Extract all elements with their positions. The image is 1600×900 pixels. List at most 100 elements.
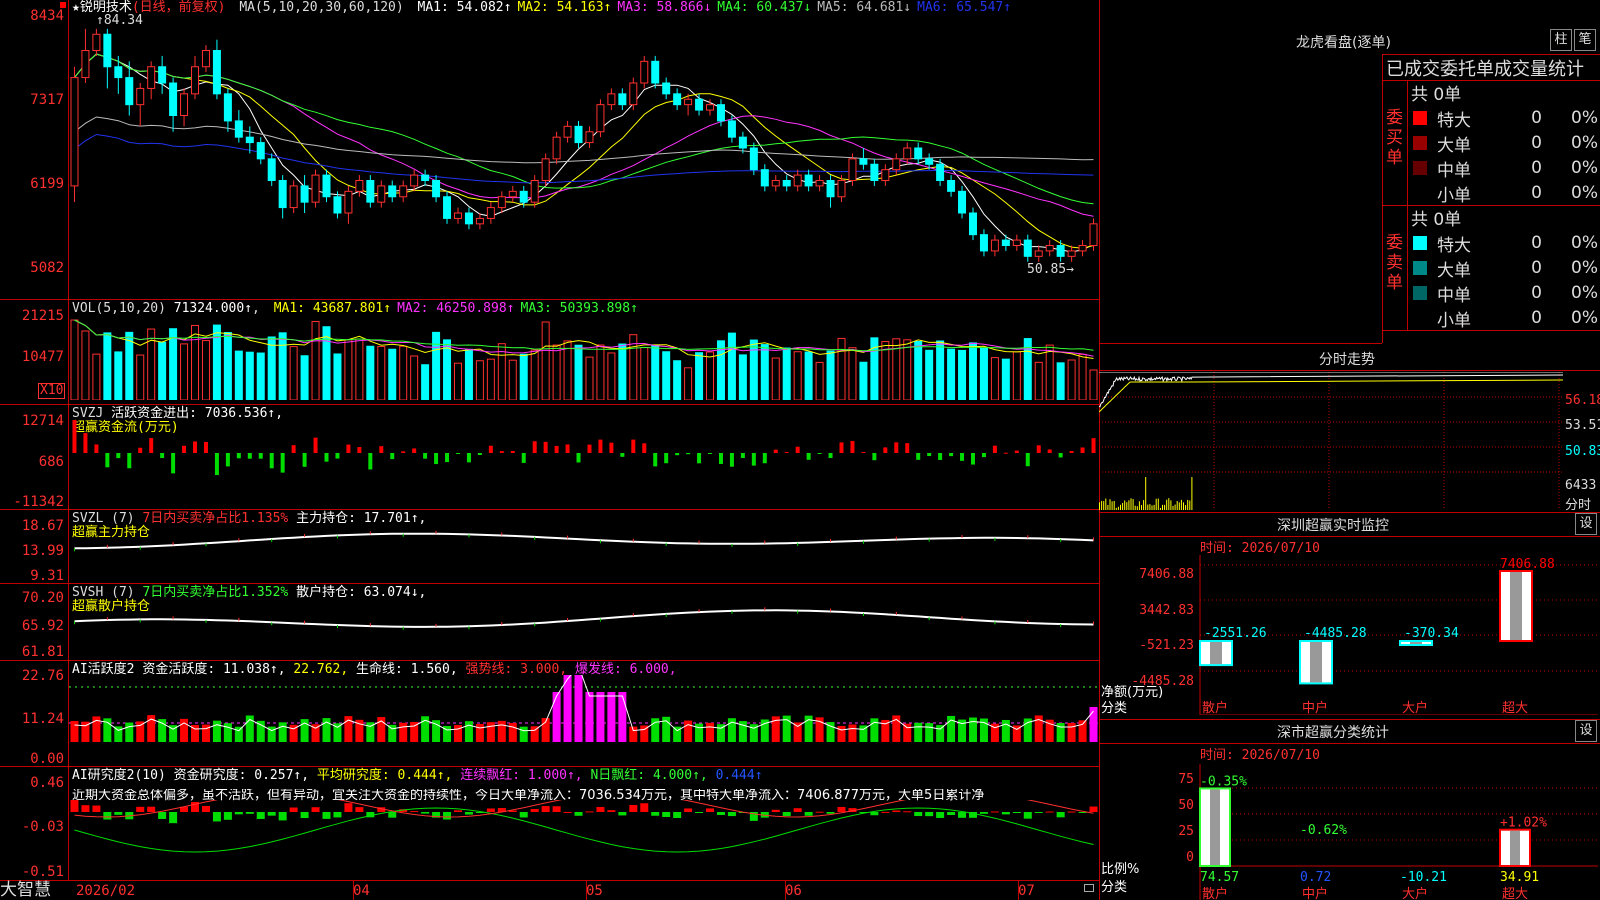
research-bar: [640, 803, 649, 812]
volume-bar: [804, 351, 813, 400]
fs-avg-line: [1099, 379, 1563, 413]
research-bar: [596, 806, 605, 812]
flow-bar: [488, 445, 493, 453]
volume-bar: [695, 352, 704, 400]
tick-mode-button[interactable]: 笔: [1574, 29, 1596, 51]
ma-title-3: MA3: 50393.898↑: [520, 301, 638, 316]
candle: [793, 174, 802, 187]
order-row: 特大 0 0%: [1408, 106, 1598, 131]
svzl-axis-2: 13.99: [21, 543, 64, 559]
ma-line-3: [74, 53, 1094, 217]
candle: [749, 147, 758, 171]
activity-bar: [212, 720, 221, 742]
monitor-bar-shade: [1310, 642, 1322, 683]
research-bar: [837, 806, 846, 812]
volume-bar: [311, 321, 320, 400]
research-bar: [81, 805, 90, 812]
activity-chart[interactable]: [69, 675, 1099, 765]
fs-vol-bar: [1153, 504, 1155, 510]
research-chart[interactable]: [69, 800, 1099, 879]
activity-bar: [234, 726, 243, 742]
fs-vol-bar: [1185, 505, 1187, 510]
classify-category: 散户: [1202, 886, 1228, 900]
fs-vol-bar: [1130, 498, 1132, 510]
main-position-chart[interactable]: [69, 512, 1099, 582]
candle: [684, 98, 693, 106]
monitor-axis-2: 3442.83: [1139, 603, 1194, 618]
volume-bar: [552, 344, 561, 400]
svzj-axis-3: -11342: [13, 494, 64, 510]
flow-bar: [653, 453, 658, 467]
lock-icon[interactable]: [1084, 884, 1094, 892]
research-bar: [651, 812, 660, 816]
intraday-chart[interactable]: [1099, 372, 1563, 510]
candle: [300, 185, 309, 203]
classify-bar-chart[interactable]: -0.35% 74.57散户 -0.62% 0.72中户 -10.21大户 +1.02% 3…: [1198, 764, 1600, 900]
monitor-bar-label: -370.34: [1404, 626, 1459, 641]
order-swatch: [1413, 261, 1427, 275]
research-bar: [662, 812, 671, 817]
activity-bar: [519, 726, 528, 742]
retail-position-chart[interactable]: [69, 586, 1099, 659]
fs-axis-2: 53.51: [1565, 418, 1600, 433]
volume-bar: [245, 351, 254, 400]
candle: [1012, 239, 1021, 246]
volume-bar: [673, 360, 682, 400]
research-bar: [147, 806, 156, 812]
research-bar: [1034, 812, 1043, 813]
volume-bar: [585, 356, 594, 400]
candle: [443, 196, 452, 219]
order-pct: 0%: [1571, 308, 1598, 328]
flow-bar: [236, 453, 241, 459]
ma-line-1: [74, 53, 1094, 253]
flow-bar: [850, 441, 855, 453]
flow-bar: [1091, 438, 1096, 453]
brand-logo: 大智慧: [0, 880, 51, 900]
volume-bar: [640, 347, 649, 400]
bar-mode-button[interactable]: 柱: [1550, 29, 1572, 51]
volume-bar: [990, 357, 999, 400]
ma-title-3: MA3: 58.866↓: [617, 0, 712, 15]
flow-bar: [543, 441, 548, 453]
marker-icon: [60, 2, 66, 8]
volume-bar: [355, 338, 364, 400]
volume-bar: [519, 353, 528, 400]
research-bar: [453, 810, 462, 812]
ma-line-5: [74, 116, 1094, 164]
flow-bar: [740, 453, 745, 458]
candle: [903, 147, 912, 160]
activity-bar: [684, 720, 693, 742]
volume-bar: [1034, 361, 1043, 400]
order-swatch: [1413, 186, 1427, 200]
monitor-title: 深圳超赢实时监控: [1277, 518, 1389, 534]
monitor-bar-chart[interactable]: -2551.26 散户 -4485.28 中户 -370.34 大户 7406.88 超大: [1198, 555, 1600, 715]
flow-bar: [94, 444, 99, 453]
flow-bar: [828, 453, 833, 459]
candlestick-chart[interactable]: [69, 18, 1099, 278]
candle: [475, 217, 484, 225]
monitor-bar-shade: [1410, 642, 1422, 644]
activity-bar: [508, 723, 517, 742]
flow-bar: [401, 451, 406, 453]
activity-bar: [223, 723, 232, 742]
flow-bar: [214, 453, 219, 476]
fs-vol-bar: [1174, 504, 1176, 510]
flow-bar: [346, 444, 351, 453]
flow-bar: [1069, 451, 1074, 453]
fs-vol-bar: [1138, 501, 1140, 510]
classify-settings-button[interactable]: 设: [1575, 720, 1597, 742]
candle: [410, 174, 419, 187]
research-bar: [300, 812, 309, 819]
volume-chart[interactable]: [69, 315, 1099, 400]
volume-bar: [662, 351, 671, 400]
volume-bar: [180, 343, 189, 400]
capital-flow-chart[interactable]: [69, 420, 1099, 505]
research-bar: [541, 806, 550, 812]
order-count: 0: [1531, 233, 1542, 253]
monitor-settings-button[interactable]: 设: [1575, 513, 1597, 535]
fs-vol-bar: [1149, 504, 1151, 510]
flow-bar: [1058, 453, 1063, 458]
fs-vol-bar: [1141, 505, 1142, 510]
ai2-axis-1: 0.46: [30, 775, 64, 791]
svzj-axis-1: 12714: [21, 413, 64, 429]
